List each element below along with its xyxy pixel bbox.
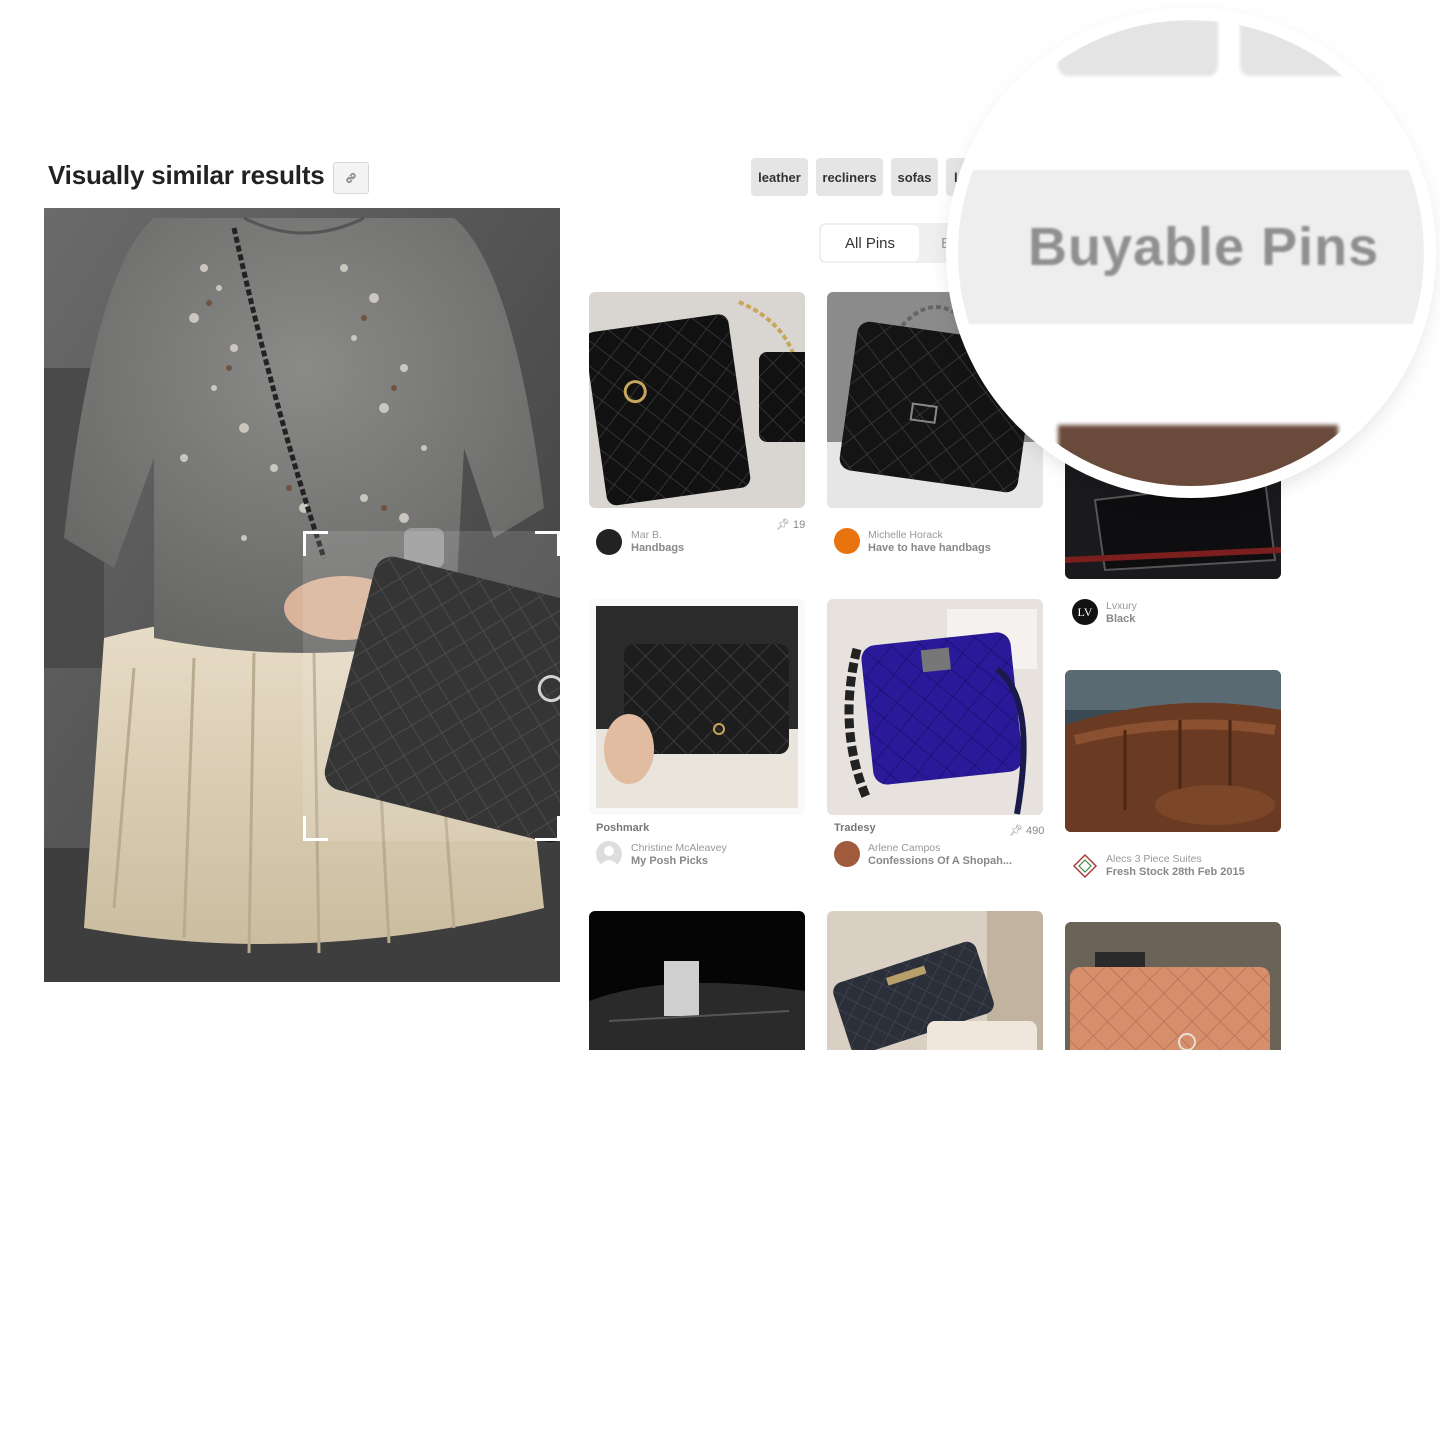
pin-source[interactable]: Tradesy: [834, 822, 876, 834]
magnifier-callout: Buyable Pins: [958, 20, 1424, 486]
magnified-button: [1240, 20, 1424, 76]
pin-image[interactable]: [589, 292, 805, 508]
pin-save-count: 📌︎ 19: [776, 518, 805, 531]
pin-user-name[interactable]: Mar B.: [631, 529, 662, 541]
crop-handle-top-left[interactable]: [303, 531, 328, 556]
pin-count-value: 490: [1026, 825, 1045, 837]
avatar[interactable]: [834, 528, 860, 554]
pin-image[interactable]: [827, 599, 1043, 815]
pin-image[interactable]: [827, 911, 1043, 1050]
pin-icon: 📌︎: [776, 519, 790, 531]
crop-handle-bottom-right[interactable]: [535, 816, 560, 841]
pin-user-name[interactable]: Christine McAleavey: [631, 842, 727, 854]
crop-selection[interactable]: [303, 531, 560, 841]
pin-board-name[interactable]: Confessions Of A Shopah...: [868, 855, 1012, 867]
pin-board-name[interactable]: Fresh Stock 28th Feb 2015: [1106, 866, 1245, 878]
avatar[interactable]: [596, 529, 622, 555]
chip-leather[interactable]: leather: [751, 158, 808, 196]
copy-link-button[interactable]: [333, 162, 369, 194]
pin-image[interactable]: [1065, 670, 1281, 832]
pin-user-name[interactable]: Lvxury: [1106, 600, 1137, 612]
pin-user-name[interactable]: Arlene Campos: [868, 842, 940, 854]
pin-image[interactable]: [589, 599, 805, 815]
crop-handle-top-right[interactable]: [535, 531, 560, 556]
pin-board-name[interactable]: Handbags: [631, 542, 684, 554]
magnified-button: [1058, 20, 1218, 76]
avatar[interactable]: LV: [1072, 599, 1098, 625]
avatar[interactable]: [1072, 853, 1098, 879]
pin-image[interactable]: [1065, 922, 1281, 1050]
page-title: Visually similar results: [48, 160, 325, 190]
pin-board-name[interactable]: Black: [1106, 613, 1135, 625]
pin-user-name[interactable]: Alecs 3 Piece Suites: [1106, 853, 1202, 865]
link-icon: [346, 173, 356, 183]
avatar[interactable]: [596, 841, 622, 867]
magnified-tab-label: Buyable Pins: [1028, 217, 1380, 277]
avatar[interactable]: [834, 841, 860, 867]
tab-buyable-pins[interactable]: Bu: [941, 225, 959, 261]
pin-user-name[interactable]: Michelle Horack: [868, 529, 943, 541]
pin-source[interactable]: Poshmark: [596, 822, 649, 834]
pin-icon: 📌︎: [1009, 825, 1023, 837]
pin-save-count: 📌︎ 490: [1009, 824, 1044, 837]
magnified-image-edge: [1058, 425, 1338, 486]
tab-all-pins[interactable]: All Pins: [821, 225, 919, 261]
crop-handle-bottom-left[interactable]: [303, 816, 328, 841]
pin-count-value: 19: [793, 519, 806, 531]
pin-board-name[interactable]: Have to have handbags: [868, 542, 991, 554]
chip-sofas[interactable]: sofas: [891, 158, 938, 196]
pin-image[interactable]: [589, 911, 805, 1050]
chip-recliners[interactable]: recliners: [816, 158, 883, 196]
pin-board-name[interactable]: My Posh Picks: [631, 855, 708, 867]
